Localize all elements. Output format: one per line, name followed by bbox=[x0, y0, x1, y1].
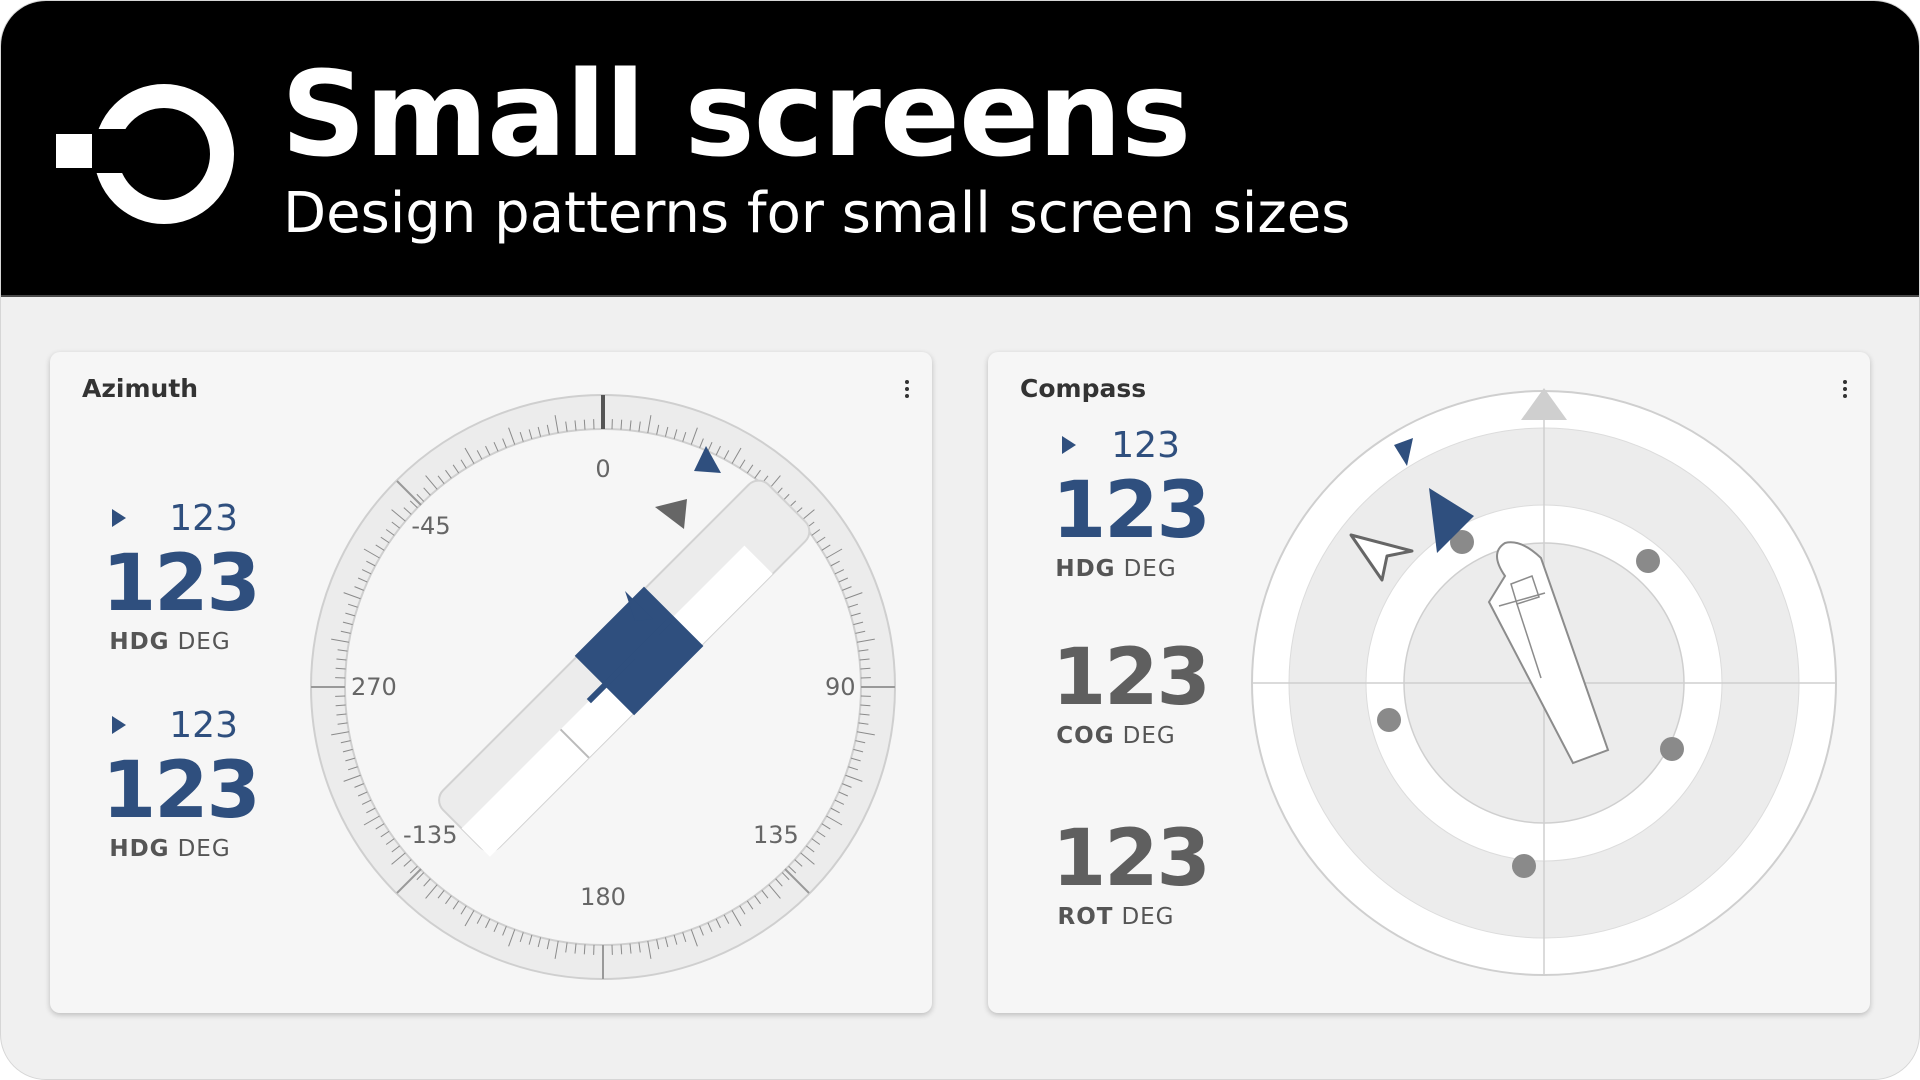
readout-units: ROT DEG bbox=[1052, 902, 1180, 932]
readout-unit: DEG bbox=[1123, 556, 1177, 582]
readout-unit: DEG bbox=[177, 629, 231, 655]
waypoint-dot bbox=[1377, 708, 1401, 732]
dial-label-90: 90 bbox=[825, 673, 856, 701]
cog-value: 123 bbox=[1052, 633, 1211, 723]
rot-value: 123 bbox=[1052, 814, 1211, 904]
readout-label: HDG bbox=[1055, 556, 1116, 582]
readout-unit: DEG bbox=[1122, 723, 1176, 749]
heading-value: 123 bbox=[102, 746, 261, 836]
openbridge-logo-icon bbox=[56, 84, 234, 224]
dial-label-270: 270 bbox=[351, 673, 397, 701]
dial-label-135: 135 bbox=[753, 821, 799, 849]
page-subtitle: Design patterns for small screen sizes bbox=[283, 181, 1351, 246]
readout-units: COG DEG bbox=[1052, 721, 1180, 751]
readout-label: COG bbox=[1056, 723, 1115, 749]
page-title: Small screens bbox=[281, 45, 1191, 183]
waypoint-dot bbox=[1660, 737, 1684, 761]
kebab-menu-icon[interactable] bbox=[904, 380, 910, 400]
dial-label-minus45: -45 bbox=[411, 512, 450, 540]
setpoint-row: 123 bbox=[1052, 424, 1180, 468]
kebab-menu-icon[interactable] bbox=[1842, 380, 1848, 400]
setpoint-triangle-icon bbox=[1062, 436, 1076, 454]
waypoint-dot bbox=[1636, 549, 1660, 573]
readout-label: ROT bbox=[1057, 904, 1114, 930]
readout-label: HDG bbox=[109, 629, 170, 655]
heading-value: 123 bbox=[102, 539, 261, 629]
azimuth-readout-2: 123 123 HDG DEG bbox=[102, 704, 261, 864]
heading-value: 123 bbox=[1052, 466, 1211, 556]
compass-readout-rot: 123 ROT DEG bbox=[1052, 814, 1211, 932]
compass-readout-cog: 123 COG DEG bbox=[1052, 633, 1211, 751]
setpoint-row: 123 bbox=[102, 704, 238, 748]
compass-readout-hdg: 123 123 HDG DEG bbox=[1052, 424, 1211, 584]
readout-units: HDG DEG bbox=[1052, 554, 1180, 584]
setpoint-triangle-icon bbox=[112, 509, 126, 527]
dial-label-minus135: -135 bbox=[403, 821, 457, 849]
azimuth-dial[interactable]: 0 -45 270 90 135 180 -135 bbox=[303, 387, 903, 987]
compass-dial[interactable] bbox=[1249, 388, 1839, 978]
setpoint-row: 123 bbox=[102, 497, 238, 541]
dial-label-0: 0 bbox=[595, 455, 610, 483]
waypoint-dot bbox=[1512, 854, 1536, 878]
setpoint-value: 123 bbox=[1111, 425, 1180, 466]
compass-card-title: Compass bbox=[1020, 374, 1147, 403]
readout-units: HDG DEG bbox=[102, 834, 238, 864]
header-banner: Small screens Design patterns for small … bbox=[1, 1, 1919, 297]
readout-label: HDG bbox=[109, 836, 170, 862]
readout-units: HDG DEG bbox=[102, 627, 238, 657]
readout-unit: DEG bbox=[1121, 904, 1175, 930]
azimuth-card-title: Azimuth bbox=[82, 374, 199, 403]
setpoint-triangle-icon bbox=[112, 716, 126, 734]
azimuth-readout-1: 123 123 HDG DEG bbox=[102, 497, 261, 657]
setpoint-value: 123 bbox=[169, 705, 238, 746]
compass-card: Compass 123 123 HDG DEG 123 COG DEG 123 RO… bbox=[988, 352, 1870, 1013]
dial-label-180: 180 bbox=[580, 883, 626, 911]
setpoint-value: 123 bbox=[169, 498, 238, 539]
page-frame: Small screens Design patterns for small … bbox=[0, 0, 1920, 1080]
readout-unit: DEG bbox=[177, 836, 231, 862]
azimuth-card: Azimuth 123 123 HDG DEG 123 123 HDG DEG bbox=[50, 352, 932, 1013]
